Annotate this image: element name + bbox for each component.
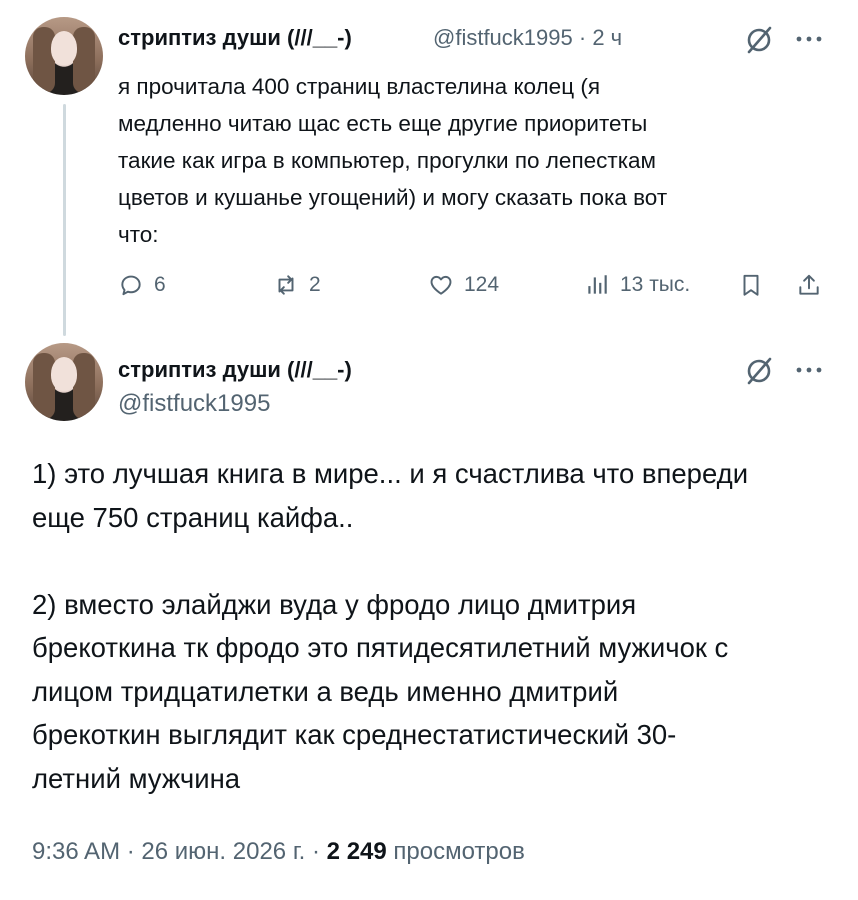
views-count: 13 тыс. [620, 273, 691, 296]
more-icon[interactable] [794, 27, 824, 51]
action-bar: 6 2 124 13 тыс. [118, 268, 830, 302]
avatar-face [51, 31, 77, 65]
post-meta: 9:36 AM · 26 июн. 2026 г. · 2 249 просмо… [32, 838, 525, 866]
separator-dot: · [126, 838, 135, 865]
more-icon[interactable] [794, 358, 824, 382]
separator-dot: · [312, 838, 320, 865]
post-date[interactable]: 26 июн. 2026 г. [141, 838, 305, 865]
post-time[interactable]: 9:36 AM [32, 838, 120, 865]
tweet-text: я прочитала 400 страниц властелина колец… [118, 74, 668, 247]
repost-icon [278, 275, 294, 295]
thread-line [63, 104, 66, 336]
views-button[interactable]: 13 тыс. [584, 268, 690, 302]
handle-text[interactable]: @fistfuck1995 [433, 25, 573, 50]
analytics-icon [588, 275, 607, 294]
repost-count: 2 [309, 273, 321, 296]
post-time[interactable]: 2 ч [592, 25, 622, 50]
author-name[interactable]: стриптиз души (///__-) [118, 357, 352, 383]
tweet-text: 1) это лучшая книга в мире... и я счастл… [32, 458, 749, 794]
heart-icon [430, 275, 452, 295]
avatar-hair-right [73, 353, 95, 419]
avatar-hair-right [73, 27, 95, 93]
author-name[interactable]: стриптиз души (///__-) [118, 25, 352, 51]
share-icon [799, 274, 819, 295]
author-handle[interactable]: @fistfuck1995 · 2 ч [433, 25, 622, 51]
bookmark-button[interactable] [738, 268, 764, 302]
avatar-face [51, 357, 77, 391]
grok-icon[interactable] [744, 25, 774, 55]
separator-dot: · [578, 25, 587, 50]
like-button[interactable]: 124 [428, 268, 499, 302]
bookmark-icon [743, 274, 759, 296]
reply-count: 6 [154, 273, 166, 296]
views-count: 2 249 [326, 838, 387, 865]
share-button[interactable] [796, 268, 822, 302]
avatar-hair-left [33, 27, 55, 93]
reply-button[interactable]: 6 [118, 268, 166, 302]
avatar-hair-left [33, 353, 55, 419]
author-handle[interactable]: @fistfuck1995 [118, 390, 270, 418]
avatar[interactable] [25, 17, 103, 95]
repost-button[interactable]: 2 [273, 268, 321, 302]
avatar[interactable] [25, 343, 103, 421]
reply-icon [121, 275, 141, 296]
like-count: 124 [464, 273, 500, 296]
grok-icon[interactable] [744, 356, 774, 386]
views-label: просмотров [393, 838, 525, 865]
